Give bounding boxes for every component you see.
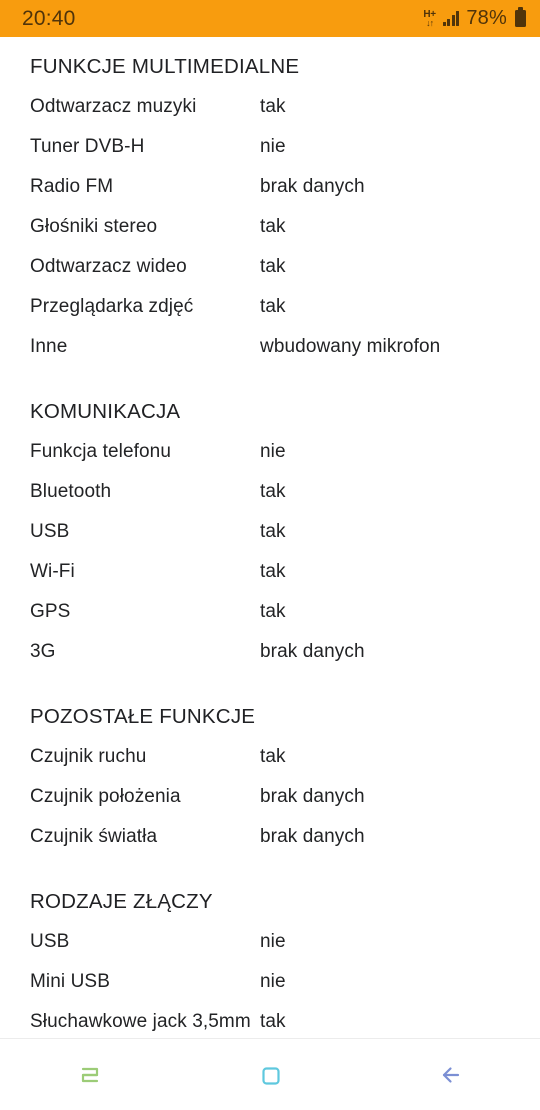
status-bar: 20:40 H+ ↓↑ 78% <box>0 0 540 37</box>
spec-value: brak danych <box>260 786 365 807</box>
spec-table: USB nie Mini USB nie Słuchawkowe jack 3,5mm t… <box>30 922 510 1038</box>
signal-bars-icon <box>442 11 460 26</box>
spec-section-title: KOMUNIKACJA <box>30 400 181 423</box>
table-row: Odtwarzacz muzyki tak <box>30 87 510 127</box>
spec-section-title: POZOSTAŁE FUNKCJE <box>30 705 256 728</box>
spec-label: Przeglądarka zdjęć <box>30 296 194 317</box>
table-row: Wi-Fi tak <box>30 552 510 592</box>
spec-value: nie <box>260 971 286 992</box>
spec-label: Głośniki stereo <box>30 216 158 237</box>
spec-label: Tuner DVB-H <box>30 136 145 157</box>
status-bar-indicators: H+ ↓↑ 78% <box>423 7 526 30</box>
spec-label: Słuchawkowe jack 3,5mm <box>30 1011 251 1032</box>
home-square-icon <box>262 1066 280 1085</box>
table-row: Czujnik położenia brak danych <box>30 777 510 817</box>
spec-value: brak danych <box>260 176 365 197</box>
recents-button[interactable] <box>0 1039 180 1110</box>
spec-label: Wi-Fi <box>30 561 75 582</box>
table-row: Czujnik światła brak danych <box>30 817 510 857</box>
spec-label: Czujnik światła <box>30 826 158 847</box>
spec-value: tak <box>260 256 286 277</box>
spec-value: tak <box>260 601 286 622</box>
recents-icon <box>81 1067 99 1082</box>
spec-label: Funkcja telefonu <box>30 441 172 462</box>
spec-label: Radio FM <box>30 176 114 197</box>
spec-label: Czujnik ruchu <box>30 746 147 767</box>
spec-section-title: FUNKCJE MULTIMEDIALNE <box>30 55 300 78</box>
table-row: USB nie <box>30 922 510 962</box>
spec-label: 3G <box>30 641 56 662</box>
spec-value: wbudowany mikrofon <box>260 336 441 357</box>
spec-table: Czujnik ruchu tak Czujnik położenia brak da… <box>30 737 510 857</box>
spec-list-scroll-area[interactable]: FUNKCJE MULTIMEDIALNE Odtwarzacz muzyki ta… <box>0 37 540 1038</box>
spec-value: tak <box>260 1011 286 1032</box>
table-row: Przeglądarka zdjęć tak <box>30 287 510 327</box>
back-button[interactable] <box>360 1039 540 1110</box>
spec-value: tak <box>260 216 286 237</box>
spec-label: Inne <box>30 336 68 357</box>
spec-section-title: RODZAJE ZŁĄCZY <box>30 890 213 913</box>
spec-value: tak <box>260 521 286 542</box>
back-arrow-icon <box>442 1066 460 1083</box>
spec-value: nie <box>260 931 286 952</box>
table-row: USB tak <box>30 512 510 552</box>
spec-table: Funkcja telefonu nie Bluetooth tak USB tak Wi-… <box>30 432 510 672</box>
spec-label: Odtwarzacz wideo <box>30 256 187 277</box>
table-row: Funkcja telefonu nie <box>30 432 510 472</box>
spec-value: tak <box>260 96 286 117</box>
spec-value: nie <box>260 136 286 157</box>
spec-label: USB <box>30 521 70 542</box>
spec-label: Czujnik położenia <box>30 786 181 807</box>
table-row: 3G brak danych <box>30 632 510 672</box>
table-row: Słuchawkowe jack 3,5mm tak <box>30 1002 510 1038</box>
spec-section: RODZAJE ZŁĄCZY USB nie Mini USB nie Słuchawko… <box>30 882 510 1038</box>
battery-icon <box>515 7 526 27</box>
table-row: Tuner DVB-H nie <box>30 127 510 167</box>
spec-label: USB <box>30 931 70 952</box>
spec-value: tak <box>260 296 286 317</box>
table-row: Radio FM brak danych <box>30 167 510 207</box>
table-row: Mini USB nie <box>30 962 510 1002</box>
system-navigation-bar <box>0 1038 540 1110</box>
battery-percent-label: 78% <box>466 7 507 29</box>
spec-label: Odtwarzacz muzyki <box>30 96 197 117</box>
table-row: GPS tak <box>30 592 510 632</box>
phone-screen: 20:40 H+ ↓↑ 78% FUNKCJE MULTIMEDIALNE Odt… <box>0 0 540 1110</box>
status-bar-clock: 20:40 <box>22 6 76 30</box>
spec-section: FUNKCJE MULTIMEDIALNE Odtwarzacz muzyki ta… <box>30 47 510 367</box>
table-row: Czujnik ruchu tak <box>30 737 510 777</box>
spec-section: KOMUNIKACJA Funkcja telefonu nie Bluetooth t… <box>30 392 510 672</box>
home-button[interactable] <box>180 1039 360 1110</box>
data-transfer-arrows: ↓↑ <box>426 17 434 28</box>
spec-value: tak <box>260 561 286 582</box>
table-row: Głośniki stereo tak <box>30 207 510 247</box>
spec-label: Mini USB <box>30 971 110 992</box>
spec-label: Bluetooth <box>30 481 112 502</box>
spec-table: Odtwarzacz muzyki tak Tuner DVB-H nie Radio … <box>30 87 510 367</box>
spec-sections: FUNKCJE MULTIMEDIALNE Odtwarzacz muzyki ta… <box>30 47 510 1038</box>
spec-value: brak danych <box>260 826 365 847</box>
spec-value: tak <box>260 481 286 502</box>
spec-label: GPS <box>30 601 71 622</box>
network-hplus-icon: H+ ↓↑ <box>423 9 436 28</box>
spec-value: nie <box>260 441 286 462</box>
table-row: Odtwarzacz wideo tak <box>30 247 510 287</box>
table-row: Inne wbudowany mikrofon <box>30 327 510 367</box>
spec-value: brak danych <box>260 641 365 662</box>
spec-value: tak <box>260 746 286 767</box>
table-row: Bluetooth tak <box>30 472 510 512</box>
spec-section: POZOSTAŁE FUNKCJE Czujnik ruchu tak Czujnik… <box>30 697 510 857</box>
